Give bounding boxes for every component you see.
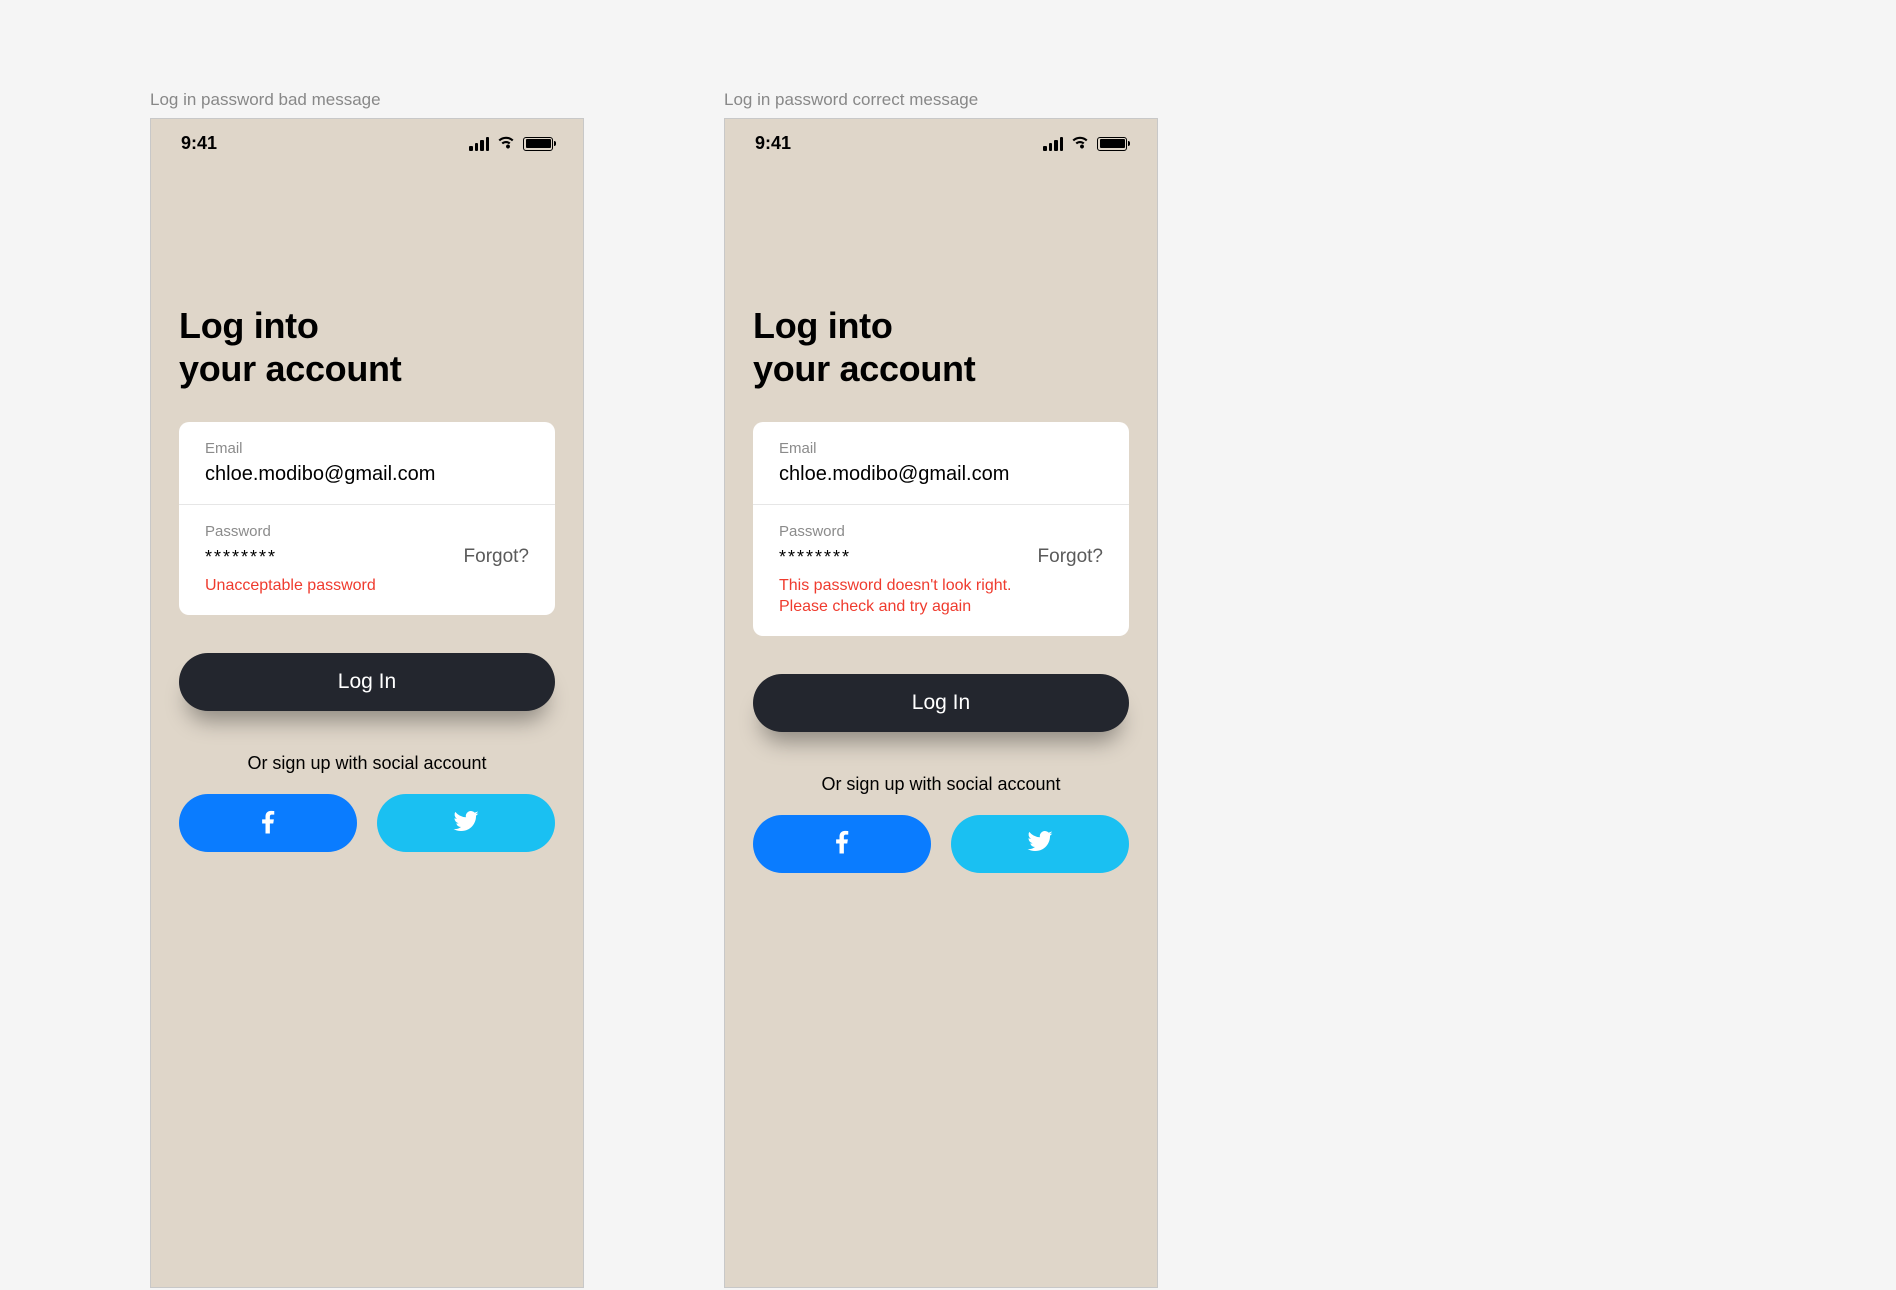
- phone-screen: 9:41 Log into your account: [150, 118, 584, 1288]
- email-label: Email: [779, 440, 1103, 457]
- battery-icon: [523, 137, 553, 151]
- cellular-signal-icon: [469, 137, 489, 151]
- password-field-row[interactable]: Password ******** Forgot? This password …: [753, 505, 1129, 636]
- phone-screen: 9:41 Log into your account: [724, 118, 1158, 1288]
- email-value: chloe.modibo@gmail.com: [205, 463, 529, 486]
- status-icons: [1043, 134, 1127, 154]
- status-time: 9:41: [181, 133, 217, 154]
- login-button[interactable]: Log In: [753, 674, 1129, 732]
- password-value: ********: [205, 547, 277, 568]
- wifi-icon: [1070, 134, 1090, 154]
- login-card: Email chloe.modibo@gmail.com Password **…: [753, 422, 1129, 636]
- twitter-login-button[interactable]: [377, 794, 555, 852]
- facebook-icon: [827, 826, 857, 861]
- status-icons: [469, 134, 553, 154]
- password-value: ********: [779, 547, 851, 568]
- login-card: Email chloe.modibo@gmail.com Password **…: [179, 422, 555, 615]
- frame-bad-message: Log in password bad message 9:41: [150, 90, 584, 1288]
- twitter-login-button[interactable]: [951, 815, 1129, 873]
- social-signup-prompt: Or sign up with social account: [179, 753, 555, 774]
- email-value: chloe.modibo@gmail.com: [779, 463, 1103, 486]
- password-label: Password: [205, 523, 529, 540]
- email-field-row[interactable]: Email chloe.modibo@gmail.com: [179, 422, 555, 505]
- twitter-icon: [1025, 826, 1055, 861]
- status-bar: 9:41: [151, 119, 583, 164]
- frame-label: Log in password bad message: [150, 90, 584, 110]
- password-label: Password: [779, 523, 1103, 540]
- battery-icon: [1097, 137, 1127, 151]
- facebook-login-button[interactable]: [179, 794, 357, 852]
- facebook-login-button[interactable]: [753, 815, 931, 873]
- password-error-message: This password doesn't look right.Please …: [779, 576, 1103, 618]
- password-error-message: Unacceptable password: [205, 576, 529, 597]
- social-signup-prompt: Or sign up with social account: [753, 774, 1129, 795]
- facebook-icon: [253, 806, 283, 841]
- status-bar: 9:41: [725, 119, 1157, 164]
- password-field-row[interactable]: Password ******** Forgot? Unacceptable p…: [179, 505, 555, 615]
- forgot-link[interactable]: Forgot?: [1038, 546, 1103, 568]
- frame-correct-message: Log in password correct message 9:41: [724, 90, 1158, 1288]
- login-button[interactable]: Log In: [179, 653, 555, 711]
- wifi-icon: [496, 134, 516, 154]
- frame-label: Log in password correct message: [724, 90, 1158, 110]
- email-field-row[interactable]: Email chloe.modibo@gmail.com: [753, 422, 1129, 505]
- status-time: 9:41: [755, 133, 791, 154]
- cellular-signal-icon: [1043, 137, 1063, 151]
- page-title: Log into your account: [179, 304, 555, 390]
- twitter-icon: [451, 806, 481, 841]
- forgot-link[interactable]: Forgot?: [464, 546, 529, 568]
- page-title: Log into your account: [753, 304, 1129, 390]
- email-label: Email: [205, 440, 529, 457]
